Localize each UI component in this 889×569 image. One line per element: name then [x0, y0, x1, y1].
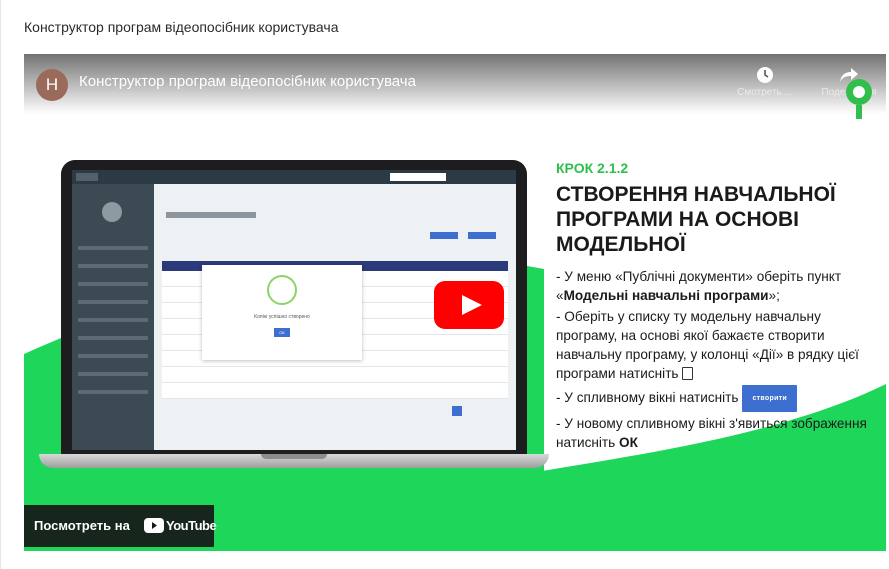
- watch-on-label: Посмотреть на: [34, 518, 130, 533]
- screenshot-search: [390, 173, 446, 181]
- step-text: »;: [768, 288, 780, 303]
- youtube-play-icon[interactable]: [434, 281, 504, 329]
- copy-document-icon: [681, 367, 693, 380]
- video-title-link[interactable]: Конструктор програм відеопосібник корист…: [79, 73, 416, 90]
- screenshot-logo: [76, 173, 98, 181]
- instruction-step: - Оберіть у списку ту модельну навчальну…: [556, 307, 876, 383]
- screenshot-menu-row: [78, 390, 148, 394]
- slide-heading-line: ПРОГРАМИ НА ОСНОВІ: [556, 208, 799, 231]
- screenshot-menu-row: [78, 246, 148, 250]
- step-text: - Оберіть у списку ту модельну навчальну…: [556, 309, 859, 381]
- create-button-illustration: створити: [742, 385, 798, 412]
- screenshot-avatar: [102, 202, 122, 222]
- video-player[interactable]: Копію успішно створено ОК КРОК 2.1.2 СТВ…: [24, 54, 886, 551]
- screenshot-menu-row: [78, 372, 148, 376]
- slide-heading: СТВОРЕННЯ НАВЧАЛЬНОЇ ПРОГРАМИ НА ОСНОВІ …: [556, 182, 876, 257]
- laptop-notch: [261, 454, 327, 459]
- step-text-bold: ОК: [619, 435, 638, 450]
- step-number: КРОК 2.1.2: [556, 160, 629, 176]
- youtube-logo-icon: [144, 518, 164, 533]
- screenshot-topbar: [72, 170, 516, 184]
- screenshot-menu-row: [78, 354, 148, 358]
- step-text: - У спливному вікні натисніть: [556, 390, 739, 405]
- mascot-logo-icon: [846, 79, 872, 119]
- youtube-wordmark: YouTube: [166, 518, 217, 533]
- screenshot-menu-row: [78, 264, 148, 268]
- screenshot-button: [468, 232, 496, 239]
- instruction-step: - У новому спливному вікні з'явиться зоб…: [556, 414, 876, 452]
- screenshot-sidebar: [72, 184, 154, 450]
- step-text: - У новому спливному вікні з'явиться зоб…: [556, 416, 867, 450]
- screenshot-success-modal: Копію успішно створено ОК: [202, 265, 362, 360]
- screenshot-menu-row: [78, 318, 148, 322]
- check-icon: [267, 275, 297, 305]
- screenshot-page-title: [166, 212, 256, 218]
- clock-icon: [757, 67, 773, 83]
- screenshot-table-row: [162, 367, 508, 383]
- video-title-bar: Н Конструктор програм відеопосібник кори…: [24, 54, 886, 114]
- screenshot-menu-row: [78, 336, 148, 340]
- screenshot-modal-text: Копію успішно створено: [254, 314, 310, 320]
- step-text-bold: Модельні навчальні програми: [563, 288, 769, 303]
- slide-heading-line: МОДЕЛЬНОЇ: [556, 233, 686, 256]
- channel-avatar[interactable]: Н: [36, 69, 68, 101]
- screenshot-pagination: [452, 406, 462, 416]
- watch-later-button[interactable]: Смотреть ...: [730, 66, 800, 98]
- watch-later-label: Смотреть ...: [737, 87, 793, 98]
- screenshot-modal-ok: ОК: [274, 328, 290, 337]
- page-title: Конструктор програм відеопосібник корист…: [24, 19, 339, 35]
- instruction-step: - У спливному вікні натисніть створити: [556, 385, 876, 412]
- instruction-steps: - У меню «Публічні документи» оберіть пу…: [556, 267, 876, 454]
- screenshot-menu-row: [78, 282, 148, 286]
- instruction-step: - У меню «Публічні документи» оберіть пу…: [556, 267, 876, 305]
- screenshot-menu-row: [78, 300, 148, 304]
- screenshot-table-row: [162, 383, 508, 399]
- watch-on-youtube-button[interactable]: Посмотреть на YouTube: [24, 505, 217, 547]
- page: Конструктор програм відеопосібник корист…: [0, 0, 889, 569]
- left-divider: [0, 0, 1, 569]
- screenshot-button: [430, 232, 458, 239]
- slide-heading-line: СТВОРЕННЯ НАВЧАЛЬНОЇ: [556, 183, 836, 206]
